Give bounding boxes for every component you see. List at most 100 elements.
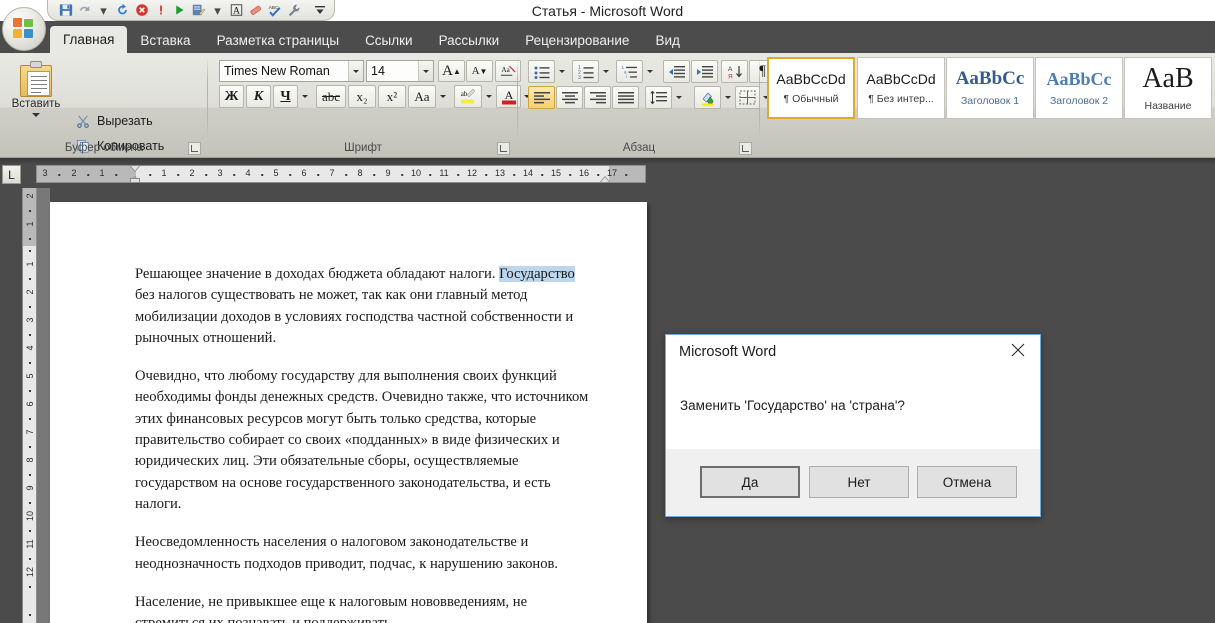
line-spacing-dropdown-icon[interactable] (672, 86, 686, 109)
paste-button[interactable]: Вставить (5, 57, 67, 133)
tab-page-layout[interactable]: Разметка страницы (204, 28, 352, 53)
font-size-combo[interactable]: 14 (366, 60, 434, 82)
strikethrough-button[interactable]: abc (316, 85, 346, 108)
bold-button[interactable]: Ж (219, 85, 244, 108)
tab-insert[interactable]: Вставка (127, 28, 203, 53)
paragraph-2[interactable]: Очевидно, что любому государству для вып… (135, 366, 590, 515)
superscript-button[interactable]: x² (378, 85, 406, 108)
align-right-button[interactable] (584, 86, 611, 109)
first-line-indent-marker[interactable] (130, 166, 140, 171)
exclamation-icon[interactable] (151, 1, 170, 20)
office-logo-icon (13, 18, 35, 40)
shading-dropdown-icon[interactable] (721, 86, 734, 109)
macro-dropdown-icon[interactable]: ▾ (208, 1, 227, 20)
style-normal[interactable]: AaBbCcDd ¶ Обычный (767, 57, 855, 119)
tab-mailings[interactable]: Рассылки (426, 28, 513, 53)
change-case-dropdown-icon[interactable] (436, 85, 450, 108)
document-text[interactable]: Решающее значение в доходах бюджета обла… (135, 264, 590, 623)
style-title[interactable]: AaB Название (1124, 57, 1212, 119)
right-indent-marker[interactable] (600, 177, 610, 182)
shrink-font-button[interactable]: A ▼ (466, 60, 493, 82)
yes-button[interactable]: Да (700, 466, 800, 498)
paragraph-3[interactable]: Неосведомленность населения о налоговом … (135, 532, 590, 575)
quick-access-toolbar[interactable]: ▾ ▾ A ABC (47, 0, 335, 21)
italic-label: К (253, 88, 264, 104)
font-letter-icon[interactable]: A (227, 1, 246, 20)
left-indent-marker[interactable] (130, 178, 140, 182)
bullets-button[interactable] (528, 60, 555, 83)
no-button[interactable]: Нет (809, 466, 909, 498)
style-no-spacing[interactable]: AaBbCcDd ¶ Без интер... (857, 57, 945, 119)
edit-macro-icon[interactable] (189, 1, 208, 20)
wrench-icon[interactable] (284, 1, 303, 20)
close-icon[interactable] (996, 335, 1040, 365)
selected-word[interactable]: Государство (499, 266, 575, 282)
multilevel-list-button[interactable]: 1ai (616, 60, 643, 83)
undo-icon[interactable] (75, 1, 94, 20)
italic-button[interactable]: К (246, 85, 271, 108)
office-button[interactable] (2, 7, 46, 51)
font-family-dropdown-icon[interactable] (348, 61, 363, 81)
borders-button[interactable] (735, 86, 760, 109)
font-family-combo[interactable]: Times New Roman (219, 60, 364, 82)
underline-label: Ч (280, 88, 291, 104)
style-name: ¶ Без интер... (868, 92, 934, 105)
tab-stop-selector[interactable]: L (2, 165, 21, 184)
vertical-ruler[interactable]: 21 123 456 789 10 11 12 (22, 188, 37, 623)
align-center-button[interactable] (556, 86, 583, 109)
numbering-button[interactable]: 123 (572, 60, 599, 83)
clipboard-dialog-launcher[interactable] (188, 142, 201, 155)
stop-icon[interactable] (132, 1, 151, 20)
subscript-button[interactable]: x₂ (348, 85, 376, 108)
line-spacing-button[interactable] (645, 86, 672, 109)
eraser-icon[interactable] (246, 1, 265, 20)
group-font: Times New Roman 14 A ▲ A ▼ Aa Ж К Ч abc … (208, 53, 530, 158)
font-size-dropdown-icon[interactable] (418, 61, 433, 81)
bold-label: Ж (224, 88, 239, 104)
text-highlight-button[interactable]: ab (454, 85, 482, 108)
run-text: Решающее значение в доходах бюджета обла… (135, 266, 500, 282)
grow-font-button[interactable]: A ▲ (438, 60, 465, 82)
underline-dropdown-icon[interactable] (298, 85, 312, 108)
paragraph-dialog-launcher[interactable] (739, 142, 752, 155)
cut-button[interactable]: Вырезать (72, 110, 156, 131)
ribbon-tabs[interactable]: Главная Вставка Разметка страницы Ссылки… (50, 21, 693, 53)
paragraph-4[interactable]: Население, не привыкшее еще к налоговым … (135, 592, 590, 623)
style-heading-2[interactable]: AaBbCc Заголовок 2 (1035, 57, 1123, 119)
underline-button[interactable]: Ч (273, 85, 298, 108)
style-name: Заголовок 2 (1049, 94, 1109, 107)
change-case-button[interactable]: Aa (408, 85, 436, 108)
redo-icon[interactable] (113, 1, 132, 20)
run-text: Очевидно, что любому государству для вып… (135, 368, 589, 512)
style-sample: AaB (1142, 64, 1194, 93)
undo-dropdown-icon[interactable]: ▾ (94, 1, 113, 20)
align-left-button[interactable] (528, 86, 555, 109)
decrease-indent-button[interactable] (663, 60, 690, 83)
customize-qat-icon[interactable] (310, 1, 329, 20)
run-macro-icon[interactable] (170, 1, 189, 20)
align-justify-button[interactable] (612, 86, 639, 109)
tab-review[interactable]: Рецензирование (512, 28, 642, 53)
increase-indent-button[interactable] (691, 60, 718, 83)
cancel-button[interactable]: Отмена (917, 466, 1017, 498)
highlight-dropdown-icon[interactable] (482, 85, 495, 108)
tab-home[interactable]: Главная (50, 26, 128, 53)
tab-view[interactable]: Вид (642, 28, 692, 53)
sort-button[interactable]: АЯ (721, 60, 748, 83)
horizontal-ruler[interactable]: 321 123 456 789 10 11 12 13 14 15 16 17 (36, 165, 646, 183)
style-sample: AaBbCcDd (776, 71, 846, 86)
numbering-dropdown-icon[interactable] (599, 60, 613, 83)
font-dialog-launcher[interactable] (497, 142, 510, 155)
multilevel-dropdown-icon[interactable] (643, 60, 657, 83)
paragraph-1[interactable]: Решающее значение в доходах бюджета обла… (135, 264, 590, 349)
bullets-dropdown-icon[interactable] (555, 60, 569, 83)
document-page[interactable]: Решающее значение в доходах бюджета обла… (50, 202, 647, 623)
save-icon[interactable] (56, 1, 75, 20)
tab-references[interactable]: Ссылки (352, 28, 426, 53)
replace-confirmation-dialog[interactable]: Microsoft Word Заменить 'Государство' на… (665, 334, 1041, 517)
spelling-check-icon[interactable]: ABC (265, 1, 284, 20)
dialog-message: Заменить 'Государство' на 'страна'? (680, 398, 905, 413)
shading-button[interactable] (694, 86, 721, 109)
paste-dropdown-icon[interactable] (32, 113, 40, 117)
style-heading-1[interactable]: AaBbCc Заголовок 1 (946, 57, 1034, 119)
